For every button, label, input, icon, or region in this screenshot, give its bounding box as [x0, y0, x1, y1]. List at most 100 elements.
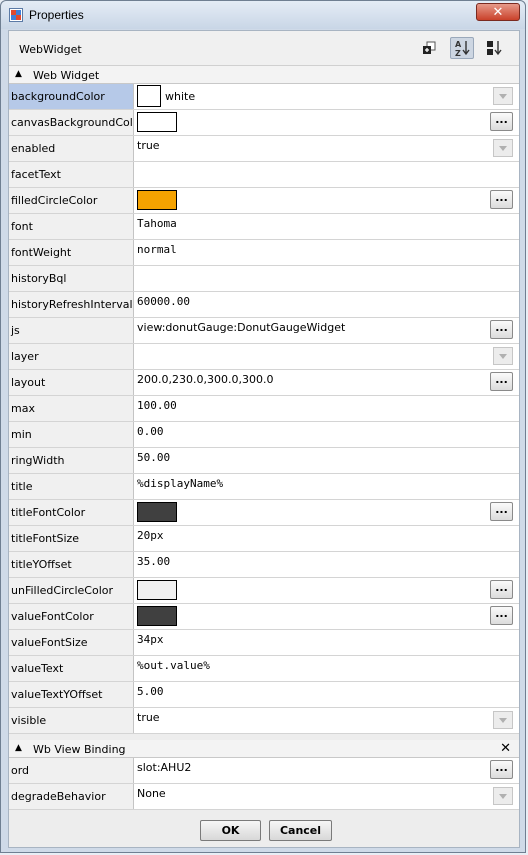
property-row-ring-width[interactable]: ringWidth 50.00	[9, 448, 519, 474]
sort-az-icon: AZ	[455, 40, 470, 58]
sort-az-button[interactable]: AZ	[450, 37, 474, 59]
property-name: titleYOffset	[9, 552, 134, 577]
property-value-title-font-color[interactable]: ...	[135, 500, 519, 525]
property-row-history-refresh-interval[interactable]: historyRefreshInterval 60000.00	[9, 292, 519, 318]
add-slot-button[interactable]	[418, 37, 442, 59]
property-row-layer[interactable]: layer	[9, 344, 519, 370]
color-swatch[interactable]	[137, 85, 161, 107]
property-value-history-refresh-interval[interactable]: 60000.00	[135, 292, 519, 317]
property-row-font[interactable]: font Tahoma	[9, 214, 519, 240]
property-value-title-yoffset[interactable]: 35.00	[135, 552, 519, 577]
property-row-js[interactable]: js view:donutGauge:DonutGaugeWidget...	[9, 318, 519, 344]
property-value-font[interactable]: Tahoma	[135, 214, 519, 239]
property-row-visible[interactable]: visible true	[9, 708, 519, 734]
property-value-history-bql[interactable]	[135, 266, 519, 291]
collapse-icon[interactable]: ▲	[15, 69, 22, 79]
property-value-degrade-behavior[interactable]: None	[135, 784, 519, 809]
remove-section-icon[interactable]: ✕	[500, 741, 511, 756]
title-bar[interactable]: Properties ✕	[1, 1, 525, 29]
dropdown-arrow-icon[interactable]	[493, 347, 513, 365]
property-value-enabled[interactable]: true	[135, 136, 519, 161]
property-value-text: %displayName%	[137, 477, 224, 490]
property-value-background-color[interactable]: white	[135, 84, 519, 109]
ellipsis-button[interactable]: ...	[490, 320, 513, 339]
property-value-text: 34px	[137, 633, 164, 646]
collapse-icon[interactable]: ▲	[15, 743, 22, 753]
dropdown-arrow-icon[interactable]	[493, 711, 513, 729]
property-value-text: 5.00	[137, 685, 164, 698]
property-name: layout	[9, 370, 134, 395]
ellipsis-button[interactable]: ...	[490, 760, 513, 779]
property-row-value-text-yoffset[interactable]: valueTextYOffset 5.00	[9, 682, 519, 708]
ellipsis-button[interactable]: ...	[490, 606, 513, 625]
property-row-title-font-size[interactable]: titleFontSize 20px	[9, 526, 519, 552]
color-swatch[interactable]	[137, 112, 177, 132]
dropdown-arrow-icon[interactable]	[493, 139, 513, 157]
color-swatch[interactable]	[137, 606, 177, 626]
property-value-ring-width[interactable]: 50.00	[135, 448, 519, 473]
cancel-button[interactable]: Cancel	[269, 820, 332, 841]
property-row-background-color[interactable]: backgroundColor white	[9, 84, 519, 110]
property-value-layout[interactable]: 200.0,230.0,300.0,300.0...	[135, 370, 519, 395]
property-row-title-yoffset[interactable]: titleYOffset 35.00	[9, 552, 519, 578]
property-value-text: 35.00	[137, 555, 171, 568]
ok-button[interactable]: OK	[200, 820, 261, 841]
property-value-value-text[interactable]: %out.value%	[135, 656, 519, 681]
ellipsis-button[interactable]: ...	[490, 372, 513, 391]
property-value-title[interactable]: %displayName%	[135, 474, 519, 499]
sort-order-button[interactable]	[482, 37, 506, 59]
property-value-canvas-background-color[interactable]: ...	[135, 110, 519, 135]
ellipsis-button[interactable]: ...	[490, 502, 513, 521]
property-row-value-text[interactable]: valueText %out.value%	[9, 656, 519, 682]
ellipsis-button[interactable]: ...	[490, 112, 513, 131]
property-row-value-font-color[interactable]: valueFontColor...	[9, 604, 519, 630]
property-value-font-weight[interactable]: normal	[135, 240, 519, 265]
property-name: layer	[9, 344, 134, 369]
property-name: degradeBehavior	[9, 784, 134, 809]
property-value-visible[interactable]: true	[135, 708, 519, 733]
property-name: ringWidth	[9, 448, 134, 473]
property-row-title[interactable]: title %displayName%	[9, 474, 519, 500]
property-value-value-font-size[interactable]: 34px	[135, 630, 519, 655]
property-row-value-font-size[interactable]: valueFontSize 34px	[9, 630, 519, 656]
property-row-font-weight[interactable]: fontWeight normal	[9, 240, 519, 266]
property-row-canvas-background-color[interactable]: canvasBackgroundColor...	[9, 110, 519, 136]
property-name: filledCircleColor	[9, 188, 134, 213]
property-row-facet-text[interactable]: facetText	[9, 162, 519, 188]
property-name: font	[9, 214, 134, 239]
ellipsis-button[interactable]: ...	[490, 190, 513, 209]
dropdown-arrow-icon[interactable]	[493, 87, 513, 105]
section-web-widget[interactable]: ▲ Web Widget	[9, 66, 519, 84]
property-value-un-filled-circle-color[interactable]: ...	[135, 578, 519, 603]
dropdown-arrow-icon[interactable]	[493, 787, 513, 805]
property-value-facet-text[interactable]	[135, 162, 519, 187]
color-swatch[interactable]	[137, 502, 177, 522]
property-row-title-font-color[interactable]: titleFontColor...	[9, 500, 519, 526]
property-value-js[interactable]: view:donutGauge:DonutGaugeWidget...	[135, 318, 519, 343]
property-row-un-filled-circle-color[interactable]: unFilledCircleColor...	[9, 578, 519, 604]
property-value-value-font-color[interactable]: ...	[135, 604, 519, 629]
property-row-layout[interactable]: layout 200.0,230.0,300.0,300.0...	[9, 370, 519, 396]
property-value-ord[interactable]: slot:AHU2...	[135, 758, 519, 783]
property-value-value-text-yoffset[interactable]: 5.00	[135, 682, 519, 707]
color-swatch[interactable]	[137, 580, 177, 600]
property-value-min[interactable]: 0.00	[135, 422, 519, 447]
property-value-filled-circle-color[interactable]: ...	[135, 188, 519, 213]
close-button[interactable]: ✕	[476, 3, 520, 21]
property-value-max[interactable]: 100.00	[135, 396, 519, 421]
ellipsis-button[interactable]: ...	[490, 580, 513, 599]
color-swatch[interactable]	[137, 190, 177, 210]
property-row-ord[interactable]: ord slot:AHU2...	[9, 758, 519, 784]
property-row-max[interactable]: max 100.00	[9, 396, 519, 422]
property-row-min[interactable]: min 0.00	[9, 422, 519, 448]
property-row-filled-circle-color[interactable]: filledCircleColor...	[9, 188, 519, 214]
property-value-layer[interactable]	[135, 344, 519, 369]
section-wb-view-binding[interactable]: ▲ Wb View Binding ✕	[9, 740, 519, 758]
property-row-history-bql[interactable]: historyBql	[9, 266, 519, 292]
svg-text:A: A	[455, 40, 462, 49]
property-name: titleFontSize	[9, 526, 134, 551]
property-value-title-font-size[interactable]: 20px	[135, 526, 519, 551]
property-row-degrade-behavior[interactable]: degradeBehavior None	[9, 784, 519, 810]
property-name: min	[9, 422, 134, 447]
property-row-enabled[interactable]: enabled true	[9, 136, 519, 162]
